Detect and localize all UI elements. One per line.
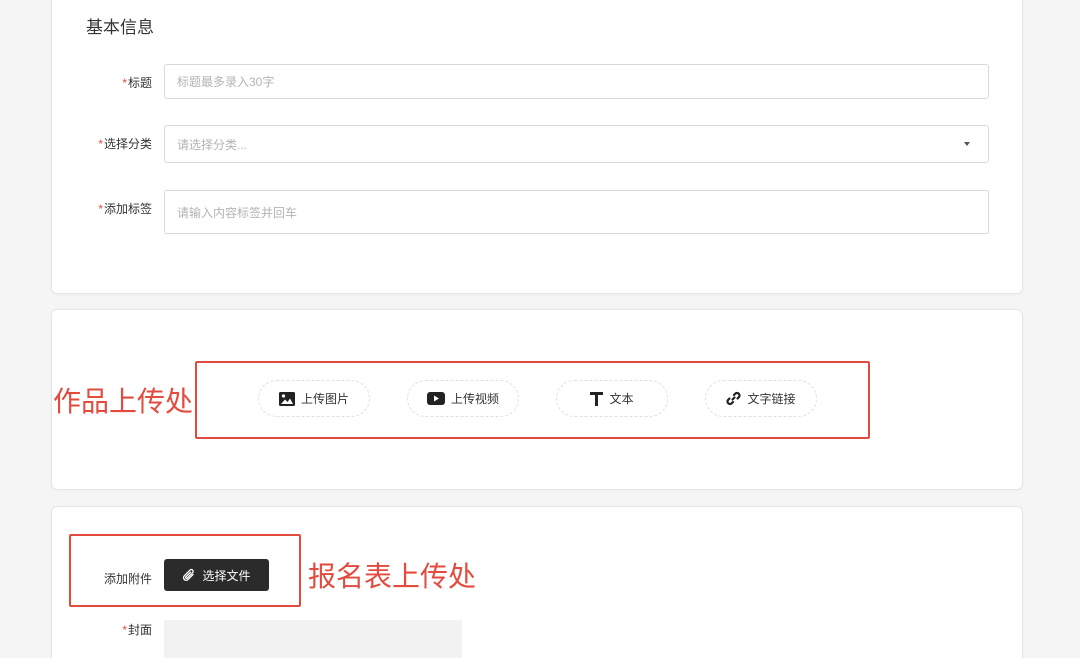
artwork-upload-annotation: 作品上传处 (53, 386, 194, 417)
title-placeholder: 标题最多录入30字 (177, 75, 275, 89)
required-mark: * (98, 137, 103, 151)
required-mark: * (122, 623, 127, 637)
section-title: 基本信息 (86, 18, 154, 37)
basic-info-card: 基本信息 *标题 标题最多录入30字 *选择分类 请选择分类... *添加标签 … (51, 0, 1023, 294)
title-label: *标题 (122, 76, 152, 90)
category-placeholder: 请选择分类... (177, 137, 248, 152)
required-mark: * (122, 76, 127, 90)
artwork-upload-highlight-box (195, 361, 870, 439)
tags-label: *添加标签 (98, 202, 152, 216)
tags-placeholder: 请输入内容标签并回车 (177, 205, 298, 220)
page: 基本信息 *标题 标题最多录入30字 *选择分类 请选择分类... *添加标签 … (0, 0, 1080, 658)
cover-upload-area[interactable] (164, 620, 462, 658)
category-label: *选择分类 (98, 137, 152, 151)
form-upload-highlight-box (69, 534, 301, 607)
form-upload-annotation: 报名表上传处 (308, 561, 477, 592)
caret-down-icon (964, 142, 970, 146)
tags-input[interactable]: 请输入内容标签并回车 (164, 190, 989, 234)
required-mark: * (98, 202, 103, 216)
cover-label: *封面 (122, 623, 152, 637)
category-select[interactable]: 请选择分类... (164, 125, 989, 163)
title-input[interactable]: 标题最多录入30字 (164, 64, 989, 99)
